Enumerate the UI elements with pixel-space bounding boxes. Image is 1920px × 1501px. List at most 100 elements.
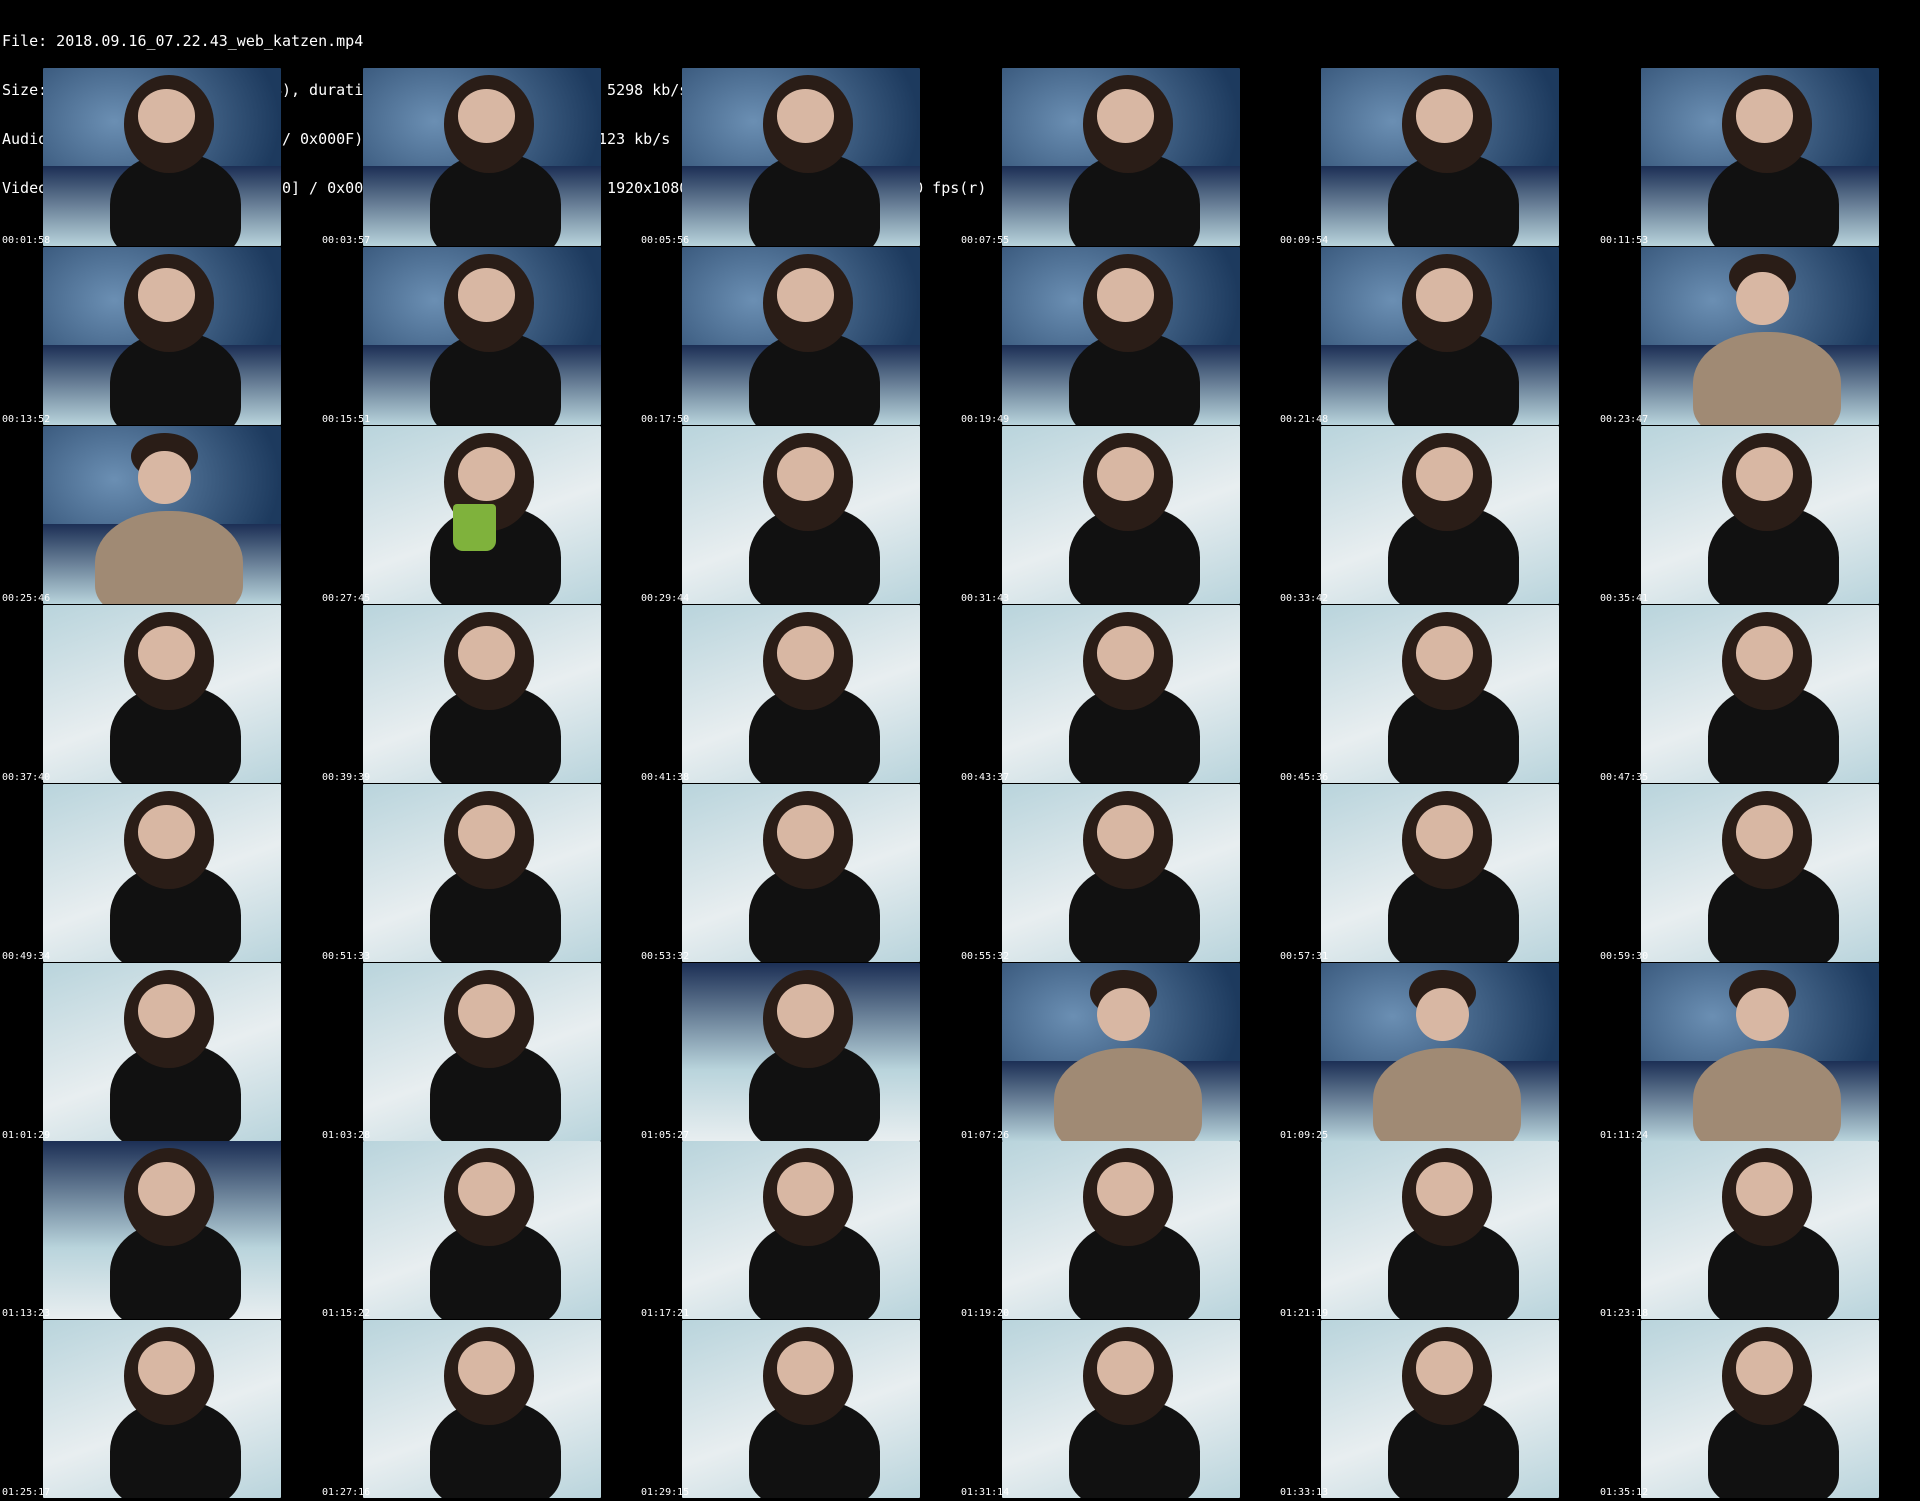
frame-face xyxy=(458,268,516,322)
thumbnail-frame xyxy=(363,605,601,783)
frame-face xyxy=(458,447,516,501)
thumbnail-frame xyxy=(682,1141,920,1319)
thumbnail-frame xyxy=(1641,605,1879,783)
timestamp-label: 01:21:19 xyxy=(1280,1308,1329,1319)
thumbnail-cell: 01:27:16 xyxy=(320,1320,639,1498)
thumbnail-frame xyxy=(1002,247,1240,425)
thumbnail-cell: 00:59:30 xyxy=(1598,784,1917,962)
frame-face xyxy=(1416,1341,1474,1395)
thumbnail-frame xyxy=(363,426,601,604)
thumbnail-cell: 00:05:56 xyxy=(639,68,958,246)
thumbnail-cell: 00:53:32 xyxy=(639,784,958,962)
timestamp-label: 00:09:54 xyxy=(1280,235,1329,246)
thumbnail-frame xyxy=(682,1320,920,1498)
frame-face xyxy=(458,805,516,859)
timestamp-label: 00:03:57 xyxy=(322,235,371,246)
thumbnail-frame xyxy=(1321,963,1559,1141)
thumbnail-frame xyxy=(1321,68,1559,246)
timestamp-label: 01:13:23 xyxy=(2,1308,51,1319)
thumbnail-cell: 00:43:37 xyxy=(959,605,1278,783)
thumbnail-cell: 01:13:23 xyxy=(0,1141,319,1319)
thumbnail-frame xyxy=(43,1141,281,1319)
frame-subject xyxy=(95,511,243,604)
timestamp-label: 01:29:15 xyxy=(641,1487,690,1498)
frame-face xyxy=(777,626,835,680)
thumbnail-cell: 00:47:35 xyxy=(1598,605,1917,783)
frame-face xyxy=(138,450,191,505)
timestamp-label: 00:45:36 xyxy=(1280,772,1329,783)
thumbnail-cell: 00:01:58 xyxy=(0,68,319,246)
timestamp-label: 01:31:14 xyxy=(961,1487,1010,1498)
thumbnail-cell: 01:19:20 xyxy=(959,1141,1278,1319)
timestamp-label: 00:25:46 xyxy=(2,593,51,604)
timestamp-label: 00:17:50 xyxy=(641,414,690,425)
thumbnail-cell: 00:11:53 xyxy=(1598,68,1917,246)
thumbnail-frame xyxy=(1321,1141,1559,1319)
thumbnail-frame xyxy=(1641,68,1879,246)
thumbnail-frame xyxy=(1321,426,1559,604)
frame-face xyxy=(1097,1341,1155,1395)
thumbnail-frame xyxy=(1002,963,1240,1141)
thumbnail-frame xyxy=(1002,1320,1240,1498)
frame-face xyxy=(458,984,516,1038)
thumbnail-frame xyxy=(682,426,920,604)
thumbnail-cell: 00:31:43 xyxy=(959,426,1278,604)
thumbnail-cell: 01:31:14 xyxy=(959,1320,1278,1498)
thumbnail-cell: 01:35:12 xyxy=(1598,1320,1917,1498)
thumbnail-frame xyxy=(1002,784,1240,962)
thumbnail-frame xyxy=(43,963,281,1141)
thumbnail-frame xyxy=(1641,1320,1879,1498)
timestamp-label: 00:53:32 xyxy=(641,951,690,962)
frame-face xyxy=(1416,447,1474,501)
frame-face xyxy=(1416,805,1474,859)
frame-face xyxy=(1097,987,1150,1042)
timestamp-label: 00:35:41 xyxy=(1600,593,1649,604)
thumbnail-grid: 00:01:58 00:03:57 00:05:56 00:07:55 00:09:54… xyxy=(0,68,1920,1499)
thumbnail-cell: 00:23:47 xyxy=(1598,247,1917,425)
frame-face xyxy=(1097,805,1155,859)
frame-face xyxy=(777,805,835,859)
thumbnail-frame xyxy=(1321,605,1559,783)
frame-face xyxy=(138,805,196,859)
thumbnail-cell: 00:19:49 xyxy=(959,247,1278,425)
frame-face xyxy=(1736,1162,1794,1216)
thumbnail-cell: 00:07:55 xyxy=(959,68,1278,246)
thumbnail-frame xyxy=(1002,68,1240,246)
thumbnail-cell: 00:57:31 xyxy=(1278,784,1597,962)
frame-face xyxy=(777,268,835,322)
frame-face xyxy=(458,1341,516,1395)
thumbnail-cell: 00:13:52 xyxy=(0,247,319,425)
frame-face xyxy=(1736,805,1794,859)
thumbnail-cell: 00:09:54 xyxy=(1278,68,1597,246)
frame-face xyxy=(777,1341,835,1395)
thumbnail-frame xyxy=(682,784,920,962)
timestamp-label: 00:47:35 xyxy=(1600,772,1649,783)
frame-face xyxy=(458,1162,516,1216)
frame-face xyxy=(138,1162,196,1216)
thumbnail-frame xyxy=(1641,247,1879,425)
thumbnail-cell: 00:17:50 xyxy=(639,247,958,425)
timestamp-label: 00:51:33 xyxy=(322,951,371,962)
timestamp-label: 00:11:53 xyxy=(1600,235,1649,246)
thumbnail-frame xyxy=(1002,1141,1240,1319)
frame-subject xyxy=(1373,1048,1521,1141)
thumbnail-cell: 01:21:19 xyxy=(1278,1141,1597,1319)
timestamp-label: 00:49:34 xyxy=(2,951,51,962)
thumbnail-cell: 00:03:57 xyxy=(320,68,639,246)
timestamp-label: 00:37:40 xyxy=(2,772,51,783)
thumbnail-frame xyxy=(43,68,281,246)
timestamp-label: 00:23:47 xyxy=(1600,414,1649,425)
thumbnail-frame xyxy=(43,426,281,604)
thumbnail-cell: 01:33:13 xyxy=(1278,1320,1597,1498)
thumbnail-cell: 01:23:18 xyxy=(1598,1141,1917,1319)
timestamp-label: 00:55:32 xyxy=(961,951,1010,962)
thumbnail-cell: 00:21:48 xyxy=(1278,247,1597,425)
frame-face xyxy=(1416,89,1474,143)
frame-face xyxy=(138,626,196,680)
thumbnail-frame xyxy=(43,605,281,783)
frame-face xyxy=(138,89,196,143)
thumbnail-cell: 00:51:33 xyxy=(320,784,639,962)
thumbnail-cell: 00:49:34 xyxy=(0,784,319,962)
thumbnail-frame xyxy=(43,1320,281,1498)
frame-face xyxy=(1736,987,1789,1042)
